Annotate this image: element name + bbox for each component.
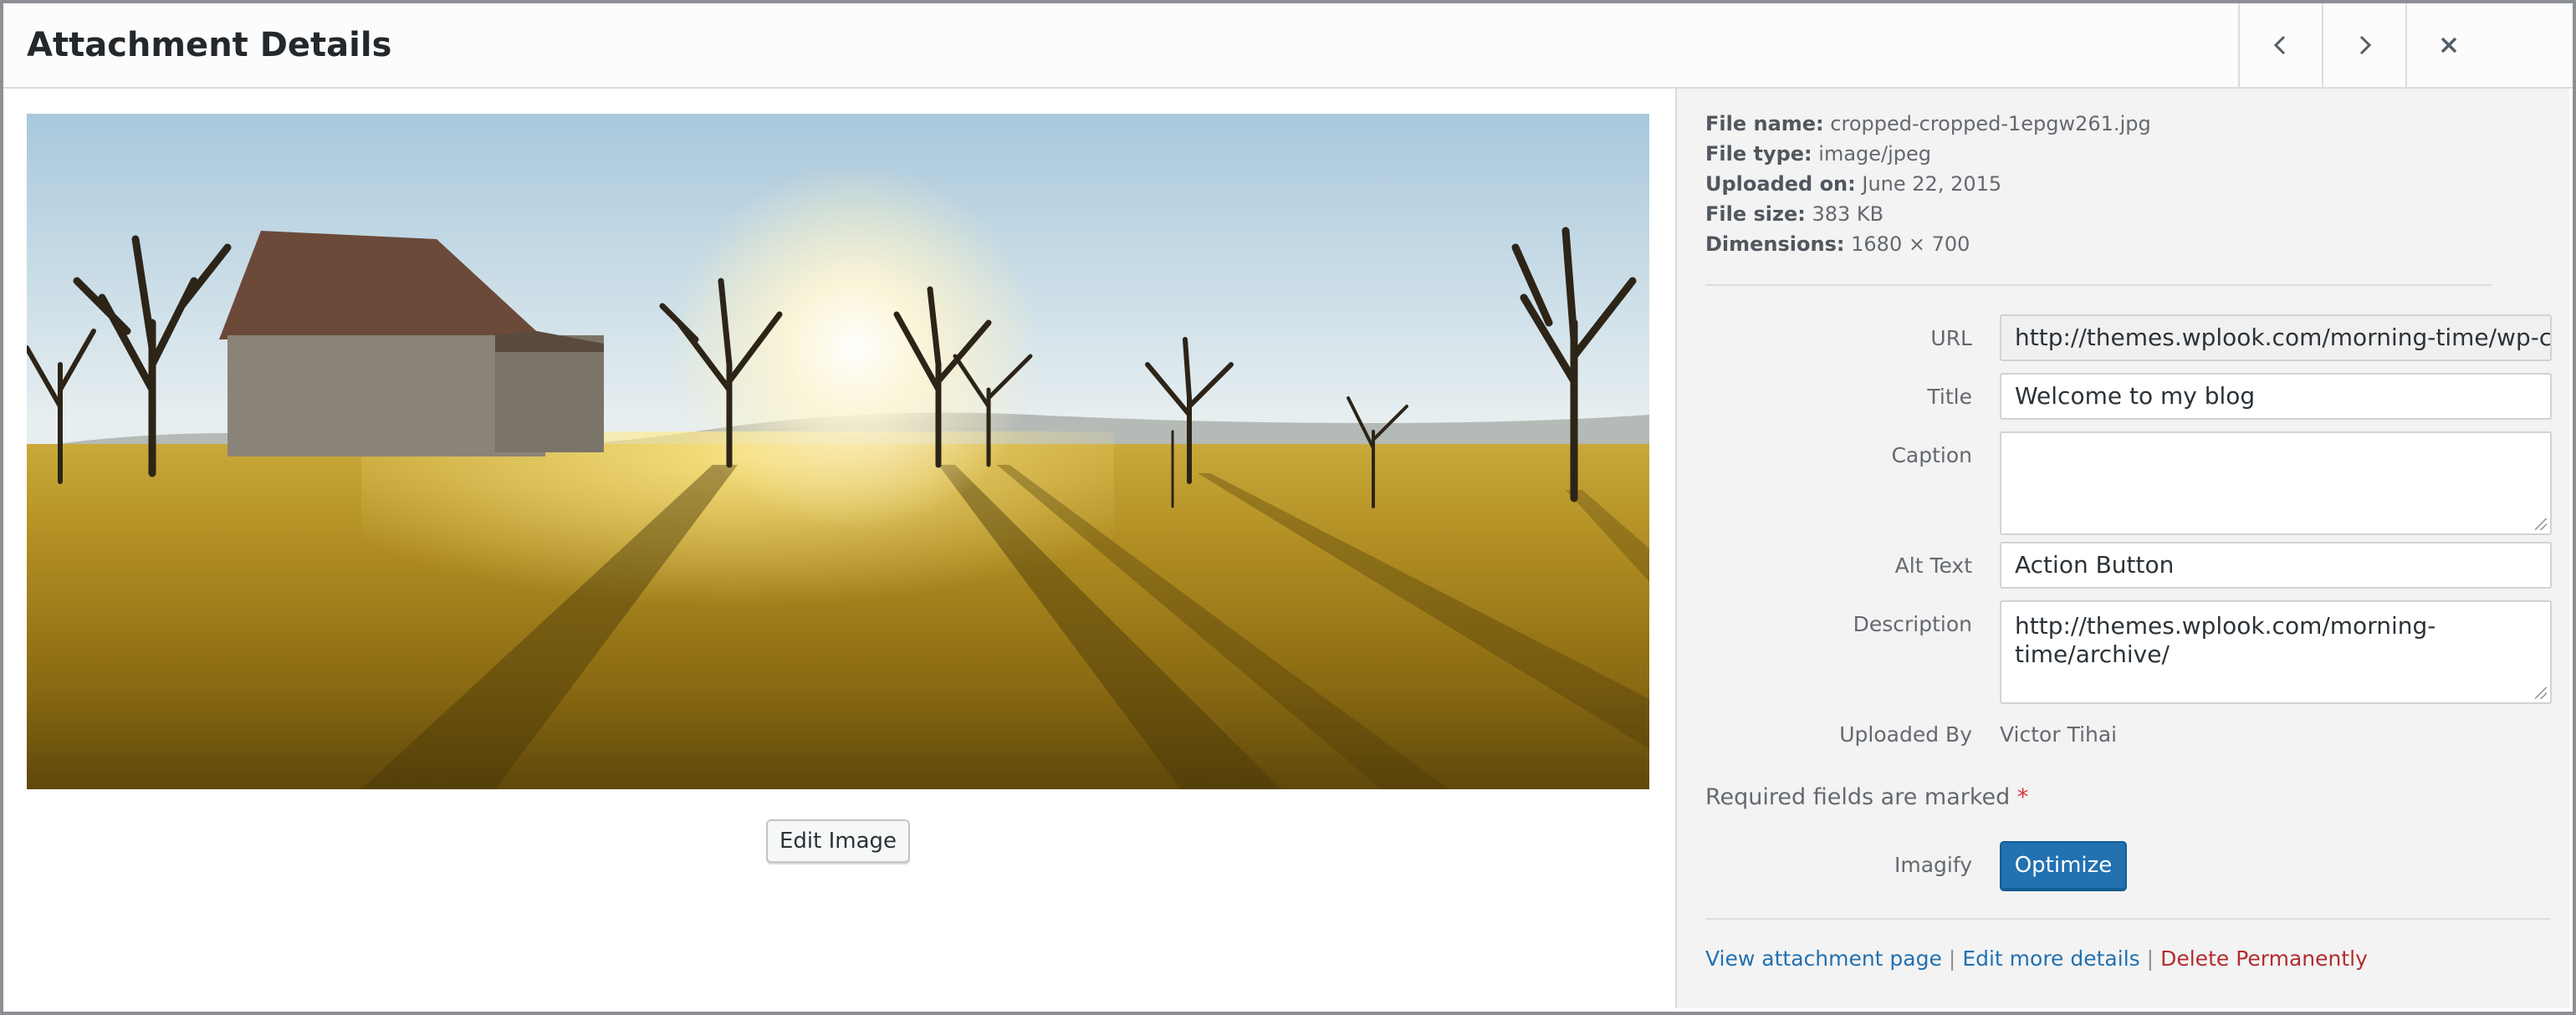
delete-permanently-link[interactable]: Delete Permanently bbox=[2160, 946, 2368, 971]
uploaded-on-value: June 22, 2015 bbox=[1862, 172, 2002, 196]
edit-more-details-link[interactable]: Edit more details bbox=[1962, 946, 2139, 971]
chevron-right-icon bbox=[2359, 35, 2372, 55]
resize-grip-icon[interactable] bbox=[2535, 687, 2547, 699]
uploaded-by-value: Victor Tihai bbox=[2000, 722, 2118, 747]
description-text: http://themes.wplook.com/morning-time/ar… bbox=[2015, 612, 2436, 668]
file-name-row: File name: cropped-cropped-1epgw261.jpg bbox=[1705, 112, 2151, 135]
uploaded-by-label: Uploaded By bbox=[1839, 722, 1972, 747]
file-details: File name: cropped-cropped-1epgw261.jpg … bbox=[1705, 109, 2151, 259]
attachment-details-modal: Attachment Details Edit Image File name:… bbox=[0, 0, 2576, 1015]
title-field[interactable]: Welcome to my blog bbox=[2000, 373, 2552, 420]
attachment-info-sidebar: File name: cropped-cropped-1epgw261.jpg … bbox=[1675, 89, 2569, 1008]
edit-image-button[interactable]: Edit Image bbox=[766, 819, 910, 863]
required-fields-note: Required fields are marked * bbox=[1705, 784, 2029, 810]
caption-label: Caption bbox=[1891, 443, 1972, 467]
resize-grip-icon[interactable] bbox=[2535, 518, 2547, 530]
required-star: * bbox=[2016, 784, 2029, 810]
alt-text-field[interactable]: Action Button bbox=[2000, 542, 2552, 589]
url-label: URL bbox=[1930, 326, 1972, 350]
view-attachment-page-link[interactable]: View attachment page bbox=[1705, 946, 1942, 971]
chevron-left-icon bbox=[2273, 35, 2286, 55]
file-size-value: 383 KB bbox=[1812, 202, 1884, 226]
file-type-row: File type: image/jpeg bbox=[1705, 142, 1932, 166]
caption-field[interactable] bbox=[2000, 431, 2552, 535]
close-modal-button[interactable] bbox=[2405, 3, 2573, 87]
file-name-value: cropped-cropped-1epgw261.jpg bbox=[1830, 112, 2151, 135]
dimensions-value: 1680 × 700 bbox=[1851, 232, 1970, 256]
uploaded-on-row: Uploaded on: June 22, 2015 bbox=[1705, 172, 2002, 196]
previous-attachment-button[interactable] bbox=[2238, 3, 2322, 87]
alt-text-label: Alt Text bbox=[1894, 553, 1972, 578]
file-size-row: File size: 383 KB bbox=[1705, 202, 1884, 226]
divider bbox=[1705, 284, 2492, 286]
imagify-label: Imagify bbox=[1894, 853, 1972, 877]
close-icon bbox=[2441, 37, 2457, 54]
url-field[interactable]: http://themes.wplook.com/morning-time/wp… bbox=[2000, 314, 2552, 361]
optimize-button[interactable]: Optimize bbox=[2000, 841, 2127, 890]
description-field[interactable]: http://themes.wplook.com/morning-time/ar… bbox=[2000, 600, 2552, 704]
attachment-actions: View attachment page | Edit more details | D… bbox=[1705, 946, 2368, 971]
attachment-image-preview bbox=[27, 114, 1649, 789]
title-label: Title bbox=[1927, 385, 1972, 409]
next-attachment-button[interactable] bbox=[2322, 3, 2405, 87]
description-label: Description bbox=[1853, 612, 1972, 636]
modal-title: Attachment Details bbox=[27, 26, 392, 64]
file-type-value: image/jpeg bbox=[1818, 142, 1932, 166]
dimensions-row: Dimensions: 1680 × 700 bbox=[1705, 232, 1970, 256]
modal-header: Attachment Details bbox=[3, 3, 2573, 89]
divider bbox=[1705, 918, 2550, 920]
